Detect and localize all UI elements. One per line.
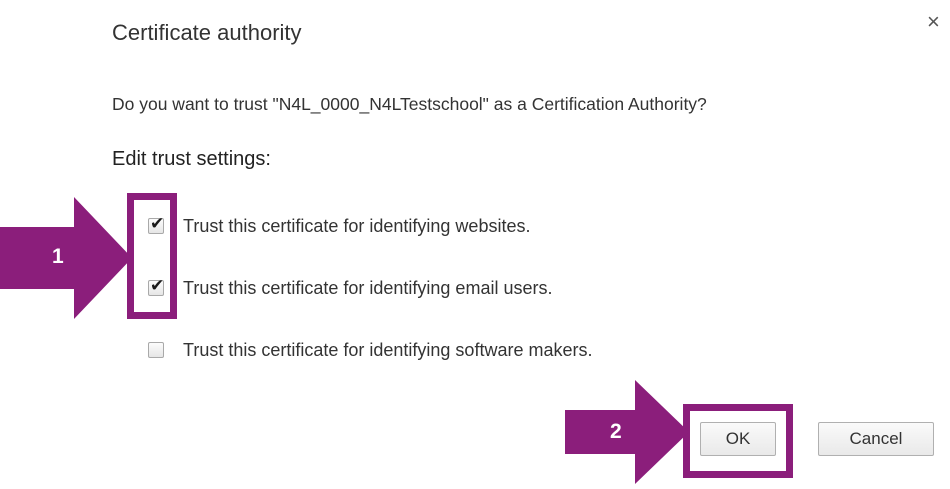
step-1-number: 1 xyxy=(52,245,64,268)
option-websites[interactable]: ✔ Trust this certificate for identifying… xyxy=(148,214,530,238)
checkbox-highlight-box xyxy=(127,193,177,319)
step-2-number: 2 xyxy=(610,420,622,443)
software-checkbox[interactable] xyxy=(148,342,164,358)
option-software[interactable]: Trust this certificate for identifying s… xyxy=(148,338,592,362)
ok-highlight-box xyxy=(683,404,793,478)
option-email[interactable]: ✔ Trust this certificate for identifying… xyxy=(148,276,552,300)
arrow-right-icon xyxy=(565,380,689,484)
step-1-arrow: 1 xyxy=(0,197,132,319)
trust-question: Do you want to trust "N4L_0000_N4LTestsc… xyxy=(112,94,707,114)
arrow-right-icon xyxy=(0,197,132,319)
cancel-button[interactable]: Cancel xyxy=(818,422,934,456)
step-2-arrow: 2 xyxy=(565,380,689,484)
websites-label: Trust this certificate for identifying w… xyxy=(183,215,531,236)
close-icon[interactable]: × xyxy=(927,11,940,33)
edit-trust-heading: Edit trust settings: xyxy=(112,148,271,170)
software-label: Trust this certificate for identifying s… xyxy=(183,339,593,360)
email-label: Trust this certificate for identifying e… xyxy=(183,277,553,298)
dialog-title: Certificate authority xyxy=(112,20,302,45)
